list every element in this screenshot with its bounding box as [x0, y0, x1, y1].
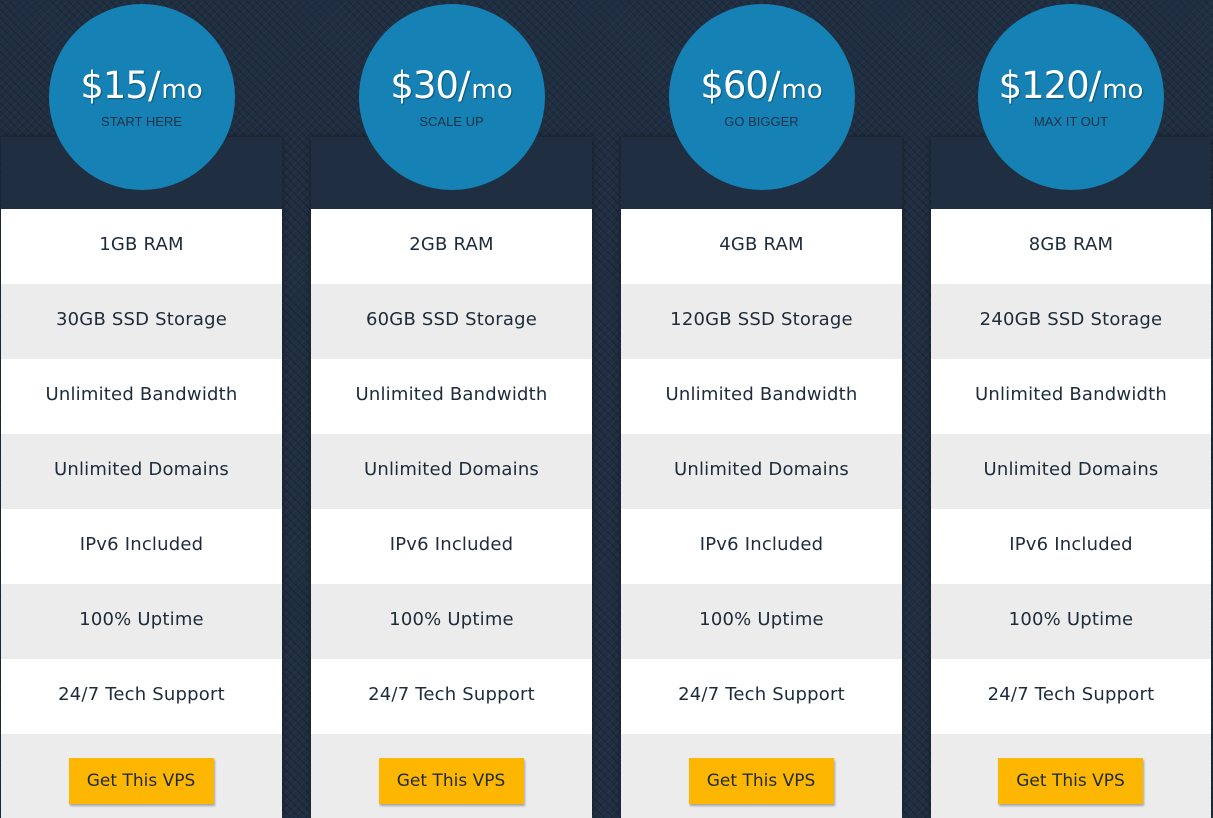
price-unit: mo: [1102, 75, 1144, 105]
price-label: $15/mo: [49, 66, 235, 110]
price-amount: $60/: [700, 64, 780, 107]
feature-support: 24/7 Tech Support: [621, 659, 902, 734]
feature-bandwidth: Unlimited Bandwidth: [311, 359, 592, 434]
cta-row: Get This VPS: [621, 734, 902, 818]
get-this-vps-button[interactable]: Get This VPS: [378, 758, 524, 804]
feature-support: 24/7 Tech Support: [1, 659, 282, 734]
price-unit: mo: [161, 75, 203, 105]
price-unit: mo: [471, 75, 513, 105]
feature-domains: Unlimited Domains: [931, 434, 1211, 509]
feature-ipv6: IPv6 Included: [931, 509, 1211, 584]
plan-header: $60/mo GO BIGGER: [621, 4, 902, 209]
plan-card-go-bigger: $60/mo GO BIGGER 4GB RAM 120GB SSD Stora…: [621, 4, 902, 818]
feature-support: 24/7 Tech Support: [931, 659, 1211, 734]
feature-storage: 240GB SSD Storage: [931, 284, 1211, 359]
price-badge: $120/mo MAX IT OUT: [978, 4, 1164, 190]
price-amount: $30/: [390, 64, 470, 107]
plan-header: $120/mo MAX IT OUT: [931, 4, 1211, 209]
plan-header: $30/mo SCALE UP: [311, 4, 592, 209]
pricing-table: $15/mo START HERE 1GB RAM 30GB SSD Stora…: [0, 0, 1213, 818]
price-badge: $60/mo GO BIGGER: [668, 4, 855, 190]
feature-domains: Unlimited Domains: [1, 434, 282, 509]
price-label: $120/mo: [978, 66, 1164, 110]
get-this-vps-button[interactable]: Get This VPS: [688, 758, 834, 804]
plan-header: $15/mo START HERE: [1, 4, 282, 209]
price-amount: $15/: [80, 64, 160, 107]
feature-uptime: 100% Uptime: [931, 584, 1211, 659]
cta-row: Get This VPS: [1, 734, 282, 818]
feature-list: 4GB RAM 120GB SSD Storage Unlimited Band…: [621, 209, 902, 734]
feature-ipv6: IPv6 Included: [621, 509, 902, 584]
feature-ipv6: IPv6 Included: [1, 509, 282, 584]
feature-ram: 8GB RAM: [931, 209, 1211, 284]
feature-list: 8GB RAM 240GB SSD Storage Unlimited Band…: [931, 209, 1211, 734]
get-this-vps-button[interactable]: Get This VPS: [68, 758, 214, 804]
plan-card-max-it-out: $120/mo MAX IT OUT 8GB RAM 240GB SSD Sto…: [931, 4, 1211, 818]
cta-row: Get This VPS: [931, 734, 1211, 818]
feature-domains: Unlimited Domains: [311, 434, 592, 509]
get-this-vps-button[interactable]: Get This VPS: [998, 758, 1143, 804]
feature-storage: 30GB SSD Storage: [1, 284, 282, 359]
plan-tagline: MAX IT OUT: [1033, 114, 1109, 129]
feature-bandwidth: Unlimited Bandwidth: [931, 359, 1211, 434]
plan-tagline: SCALE UP: [419, 114, 484, 129]
plan-card-scale-up: $30/mo SCALE UP 2GB RAM 60GB SSD Storage…: [311, 4, 592, 818]
feature-storage: 60GB SSD Storage: [311, 284, 592, 359]
plan-card-starter: $15/mo START HERE 1GB RAM 30GB SSD Stora…: [1, 4, 282, 818]
feature-uptime: 100% Uptime: [621, 584, 902, 659]
feature-list: 2GB RAM 60GB SSD Storage Unlimited Bandw…: [311, 209, 592, 734]
plan-tagline: GO BIGGER: [724, 114, 799, 129]
feature-bandwidth: Unlimited Bandwidth: [621, 359, 902, 434]
price-amount: $120/: [998, 64, 1102, 107]
feature-uptime: 100% Uptime: [311, 584, 592, 659]
feature-uptime: 100% Uptime: [1, 584, 282, 659]
feature-support: 24/7 Tech Support: [311, 659, 592, 734]
price-badge: $15/mo START HERE: [48, 4, 235, 190]
price-label: $60/mo: [669, 66, 855, 110]
feature-ram: 1GB RAM: [1, 209, 282, 284]
feature-bandwidth: Unlimited Bandwidth: [1, 359, 282, 434]
feature-ram: 2GB RAM: [311, 209, 592, 284]
feature-list: 1GB RAM 30GB SSD Storage Unlimited Bandw…: [1, 209, 282, 734]
price-badge: $30/mo SCALE UP: [358, 4, 545, 190]
price-unit: mo: [781, 75, 823, 105]
feature-ram: 4GB RAM: [621, 209, 902, 284]
feature-domains: Unlimited Domains: [621, 434, 902, 509]
feature-ipv6: IPv6 Included: [311, 509, 592, 584]
plan-tagline: START HERE: [101, 114, 182, 129]
cta-row: Get This VPS: [311, 734, 592, 818]
price-label: $30/mo: [359, 66, 545, 110]
feature-storage: 120GB SSD Storage: [621, 284, 902, 359]
